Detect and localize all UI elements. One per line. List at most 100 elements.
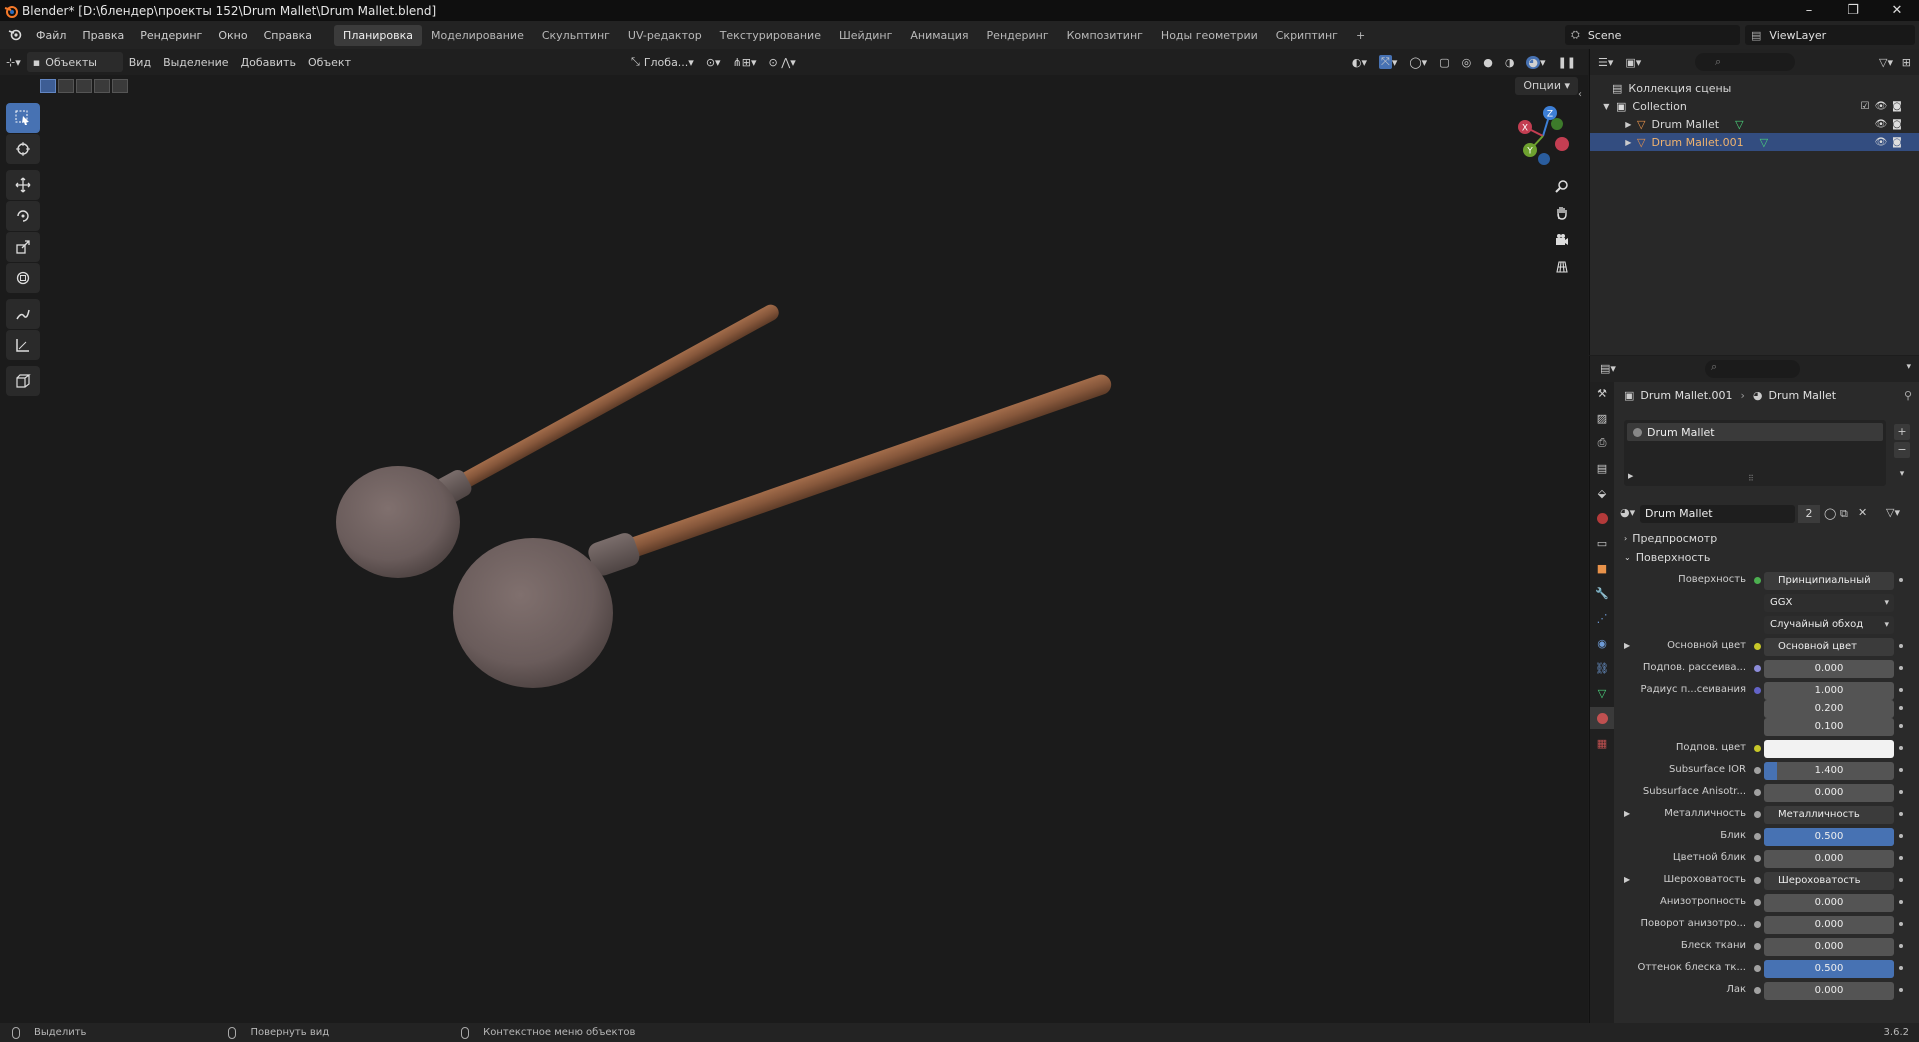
properties-options-icon[interactable]: ▾ xyxy=(1906,362,1911,372)
unlink-material-icon[interactable]: ✕ xyxy=(1858,506,1867,519)
keyframe-dot-icon[interactable] xyxy=(1899,790,1903,794)
keyframe-dot-icon[interactable] xyxy=(1899,812,1903,816)
expand-arrow-icon[interactable]: ▶ xyxy=(1624,875,1630,884)
list-resize-handle[interactable]: ⠿ xyxy=(1748,474,1754,483)
menu-object[interactable]: Объект xyxy=(302,52,357,72)
object-tab-icon[interactable]: ■ xyxy=(1590,557,1614,579)
menu-add[interactable]: Добавить xyxy=(235,52,302,72)
tab-scripting[interactable]: Скриптинг xyxy=(1267,25,1347,46)
collapse-arrow-icon[interactable]: ▼ xyxy=(1590,102,1612,111)
material-tab-icon[interactable] xyxy=(1590,707,1614,729)
visibility-eye-icon[interactable]: 👁 xyxy=(1873,137,1889,148)
linked-input-field[interactable]: Основной цвет xyxy=(1764,638,1894,656)
editor-type-icon[interactable]: ⊹▾ xyxy=(0,52,27,72)
exclude-checkbox[interactable]: ☑ xyxy=(1857,101,1873,112)
material-slot-list[interactable]: Drum Mallet ▶ ⠿ xyxy=(1624,420,1886,486)
gizmo-toggle-icon[interactable]: ⤧ ▾ xyxy=(1373,52,1403,72)
input-socket-icon[interactable] xyxy=(1754,789,1761,796)
visibility-icon[interactable]: ◐▾ xyxy=(1346,52,1373,72)
measure-tool[interactable] xyxy=(6,330,40,360)
menu-help[interactable]: Справка xyxy=(256,29,320,42)
input-socket-icon[interactable] xyxy=(1754,899,1761,906)
close-button[interactable]: ✕ xyxy=(1875,0,1919,21)
keyframe-dot-icon[interactable] xyxy=(1899,900,1903,904)
visibility-eye-icon[interactable]: 👁 xyxy=(1873,101,1889,112)
particles-tab-icon[interactable]: ⋰ xyxy=(1590,607,1614,629)
numeric-field[interactable]: 1.400 xyxy=(1764,762,1894,780)
move-tool[interactable] xyxy=(6,170,40,200)
keyframe-dot-icon[interactable] xyxy=(1899,666,1903,670)
numeric-field[interactable]: 0.100 xyxy=(1764,718,1894,736)
keyframe-dot-icon[interactable] xyxy=(1899,834,1903,838)
render-camera-icon[interactable]: ◙ xyxy=(1889,137,1905,148)
zoom-icon[interactable] xyxy=(1550,174,1574,198)
input-socket-icon[interactable] xyxy=(1754,921,1761,928)
keyframe-dot-icon[interactable] xyxy=(1899,856,1903,860)
tab-layout[interactable]: Планировка xyxy=(334,24,423,46)
snap-icon[interactable]: ⋔⊞▾ xyxy=(727,52,763,72)
constraints-tab-icon[interactable]: ⛓ xyxy=(1590,657,1614,679)
tab-compositing[interactable]: Композитинг xyxy=(1058,25,1152,46)
add-workspace-button[interactable]: + xyxy=(1347,25,1374,46)
physics-tab-icon[interactable]: ◉ xyxy=(1590,632,1614,654)
gizmo-neg-y[interactable] xyxy=(1551,118,1563,130)
new-collection-icon[interactable]: ⊞ xyxy=(1902,56,1911,69)
select-subtract-icon[interactable] xyxy=(76,79,92,93)
tab-uv-editing[interactable]: UV-редактор xyxy=(619,25,711,46)
input-socket-icon[interactable] xyxy=(1754,745,1761,752)
render-camera-icon[interactable]: ◙ xyxy=(1889,101,1905,112)
keyframe-dot-icon[interactable] xyxy=(1899,988,1903,992)
keyframe-dot-icon[interactable] xyxy=(1899,644,1903,648)
select-extend-icon[interactable] xyxy=(58,79,74,93)
shading-rendered-icon[interactable]: ◕ ▾ xyxy=(1520,52,1551,72)
annotate-tool[interactable] xyxy=(6,299,40,329)
output-tab-icon[interactable]: ⎙ xyxy=(1590,432,1614,454)
input-socket-icon[interactable] xyxy=(1754,767,1761,774)
tab-animation[interactable]: Анимация xyxy=(901,25,977,46)
numeric-field[interactable]: 0.500 xyxy=(1764,960,1894,978)
keyframe-dot-icon[interactable] xyxy=(1899,768,1903,772)
linked-input-field[interactable]: Металличность xyxy=(1764,806,1894,824)
tab-texture-paint[interactable]: Текстурирование xyxy=(711,25,830,46)
keyframe-dot-icon[interactable] xyxy=(1899,578,1903,582)
expand-arrow-icon[interactable]: ▶ xyxy=(1624,809,1630,818)
pivot-point-icon[interactable]: ⊙▾ xyxy=(700,52,727,72)
navigation-gizmo[interactable]: Z X Y xyxy=(1508,101,1578,171)
sidebar-toggle-icon[interactable]: ‹ xyxy=(1578,89,1582,100)
input-socket-icon[interactable] xyxy=(1754,665,1761,672)
slot-expand-icon[interactable]: ▶ xyxy=(1628,472,1633,480)
drum-mallet-object[interactable] xyxy=(336,297,784,578)
data-tab-icon[interactable]: ▽ xyxy=(1590,682,1614,704)
link-type-icon[interactable]: ▽▾ xyxy=(1886,506,1900,519)
shading-material-icon[interactable]: ◑ xyxy=(1499,52,1521,72)
transform-orientation-dropdown[interactable]: ⤡ Глоба... ▾ xyxy=(625,52,700,72)
select-intersect-icon[interactable] xyxy=(112,79,128,93)
tab-rendering[interactable]: Рендеринг xyxy=(978,25,1058,46)
keyframe-dot-icon[interactable] xyxy=(1899,746,1903,750)
mode-dropdown[interactable]: ▪ Объекты xyxy=(26,52,123,72)
pause-render-icon[interactable]: ❚❚ xyxy=(1552,52,1582,72)
overlays-icon[interactable]: ◯▾ xyxy=(1403,52,1433,72)
modifiers-tab-icon[interactable]: 🔧 xyxy=(1590,582,1614,604)
input-socket-icon[interactable] xyxy=(1754,811,1761,818)
keyframe-dot-icon[interactable] xyxy=(1899,944,1903,948)
scale-tool[interactable] xyxy=(6,232,40,262)
input-socket-icon[interactable] xyxy=(1754,577,1761,584)
tab-modeling[interactable]: Моделирование xyxy=(422,25,533,46)
input-socket-icon[interactable] xyxy=(1754,987,1761,994)
drum-mallet-001-object[interactable] xyxy=(453,365,1116,688)
world-tab-icon[interactable] xyxy=(1590,507,1614,529)
maximize-button[interactable]: ❐ xyxy=(1831,0,1875,21)
input-socket-icon[interactable] xyxy=(1754,943,1761,950)
view-layer-selector[interactable]: ▤ ViewLayer xyxy=(1745,25,1915,45)
material-slot[interactable]: Drum Mallet xyxy=(1627,423,1883,441)
dropdown-field[interactable]: Случайный обход ▾ xyxy=(1764,616,1894,634)
scene-collection-row[interactable]: ▤ Коллекция сцены xyxy=(1590,79,1919,97)
input-socket-icon[interactable] xyxy=(1754,833,1761,840)
add-slot-button[interactable]: + xyxy=(1894,424,1910,440)
camera-view-icon[interactable] xyxy=(1550,228,1574,252)
numeric-field[interactable]: 1.000 xyxy=(1764,682,1894,700)
gizmo-neg-x[interactable] xyxy=(1555,137,1569,151)
material-name-field[interactable]: Drum Mallet xyxy=(1640,505,1795,523)
options-dropdown[interactable]: Опции ▾ xyxy=(1515,77,1578,95)
